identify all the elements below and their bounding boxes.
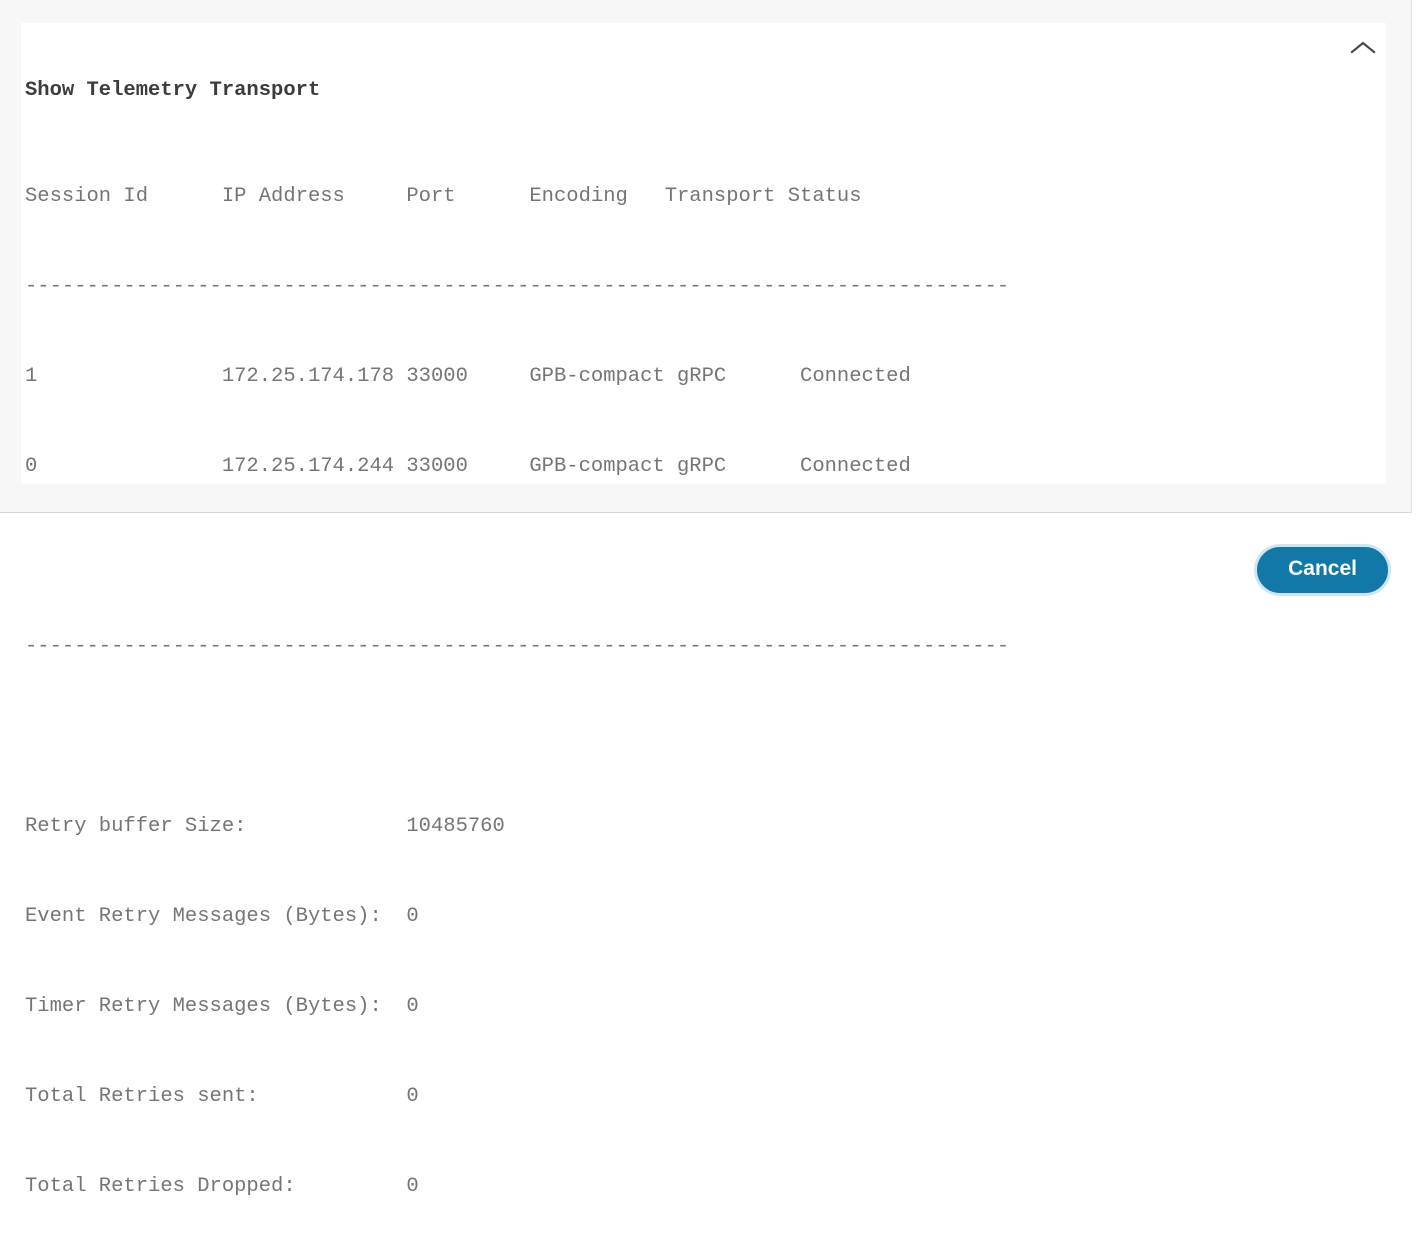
table-row: 0 172.25.174.244 33000 GPB-compact gRPC …: [25, 455, 911, 478]
console-output: Show Telemetry Transport Session Id IP A…: [25, 78, 1382, 1238]
console-text: Session Id IP Address Port Encoding Tran…: [25, 122, 1382, 1238]
stat-timer-retry-messages: Timer Retry Messages (Bytes): 0: [25, 995, 419, 1018]
footer-actions: Cancel: [1257, 547, 1388, 593]
stat-total-retries-sent: Total Retries sent: 0: [25, 1085, 419, 1108]
table-row: 1 172.25.174.178 33000 GPB-compact gRPC …: [25, 365, 911, 388]
table-bottom-rule: ----------------------------------------…: [25, 635, 1010, 658]
table-header-row: Session Id IP Address Port Encoding Tran…: [25, 185, 862, 208]
console-panel: Show Telemetry Transport Session Id IP A…: [21, 23, 1386, 1198]
console-panel-shell: Show Telemetry Transport Session Id IP A…: [0, 0, 1412, 1198]
telemetry-transport-dialog: Show Telemetry Transport Session Id IP A…: [0, 0, 1419, 1198]
stat-event-retry-messages: Event Retry Messages (Bytes): 0: [25, 905, 419, 928]
dialog-footer: Cancel: [0, 514, 1419, 619]
collapse-panel-button[interactable]: [1346, 33, 1380, 63]
console-title: Show Telemetry Transport: [25, 79, 321, 102]
chevron-up-icon: [1350, 40, 1376, 56]
cancel-button[interactable]: Cancel: [1257, 547, 1388, 593]
stat-total-retries-dropped: Total Retries Dropped: 0: [25, 1175, 419, 1198]
stat-retry-buffer-size: Retry buffer Size: 10485760: [25, 815, 505, 838]
table-top-rule: ----------------------------------------…: [25, 275, 1010, 298]
